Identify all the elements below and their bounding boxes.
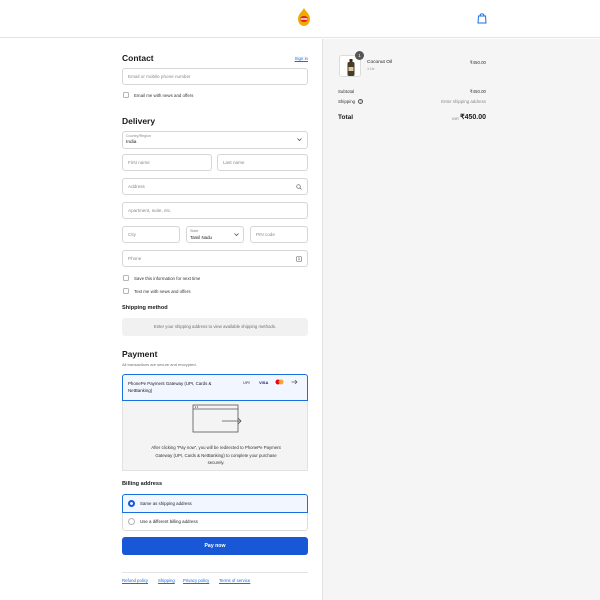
- product-name: Coconut Oil: [367, 60, 393, 65]
- pin-code-field[interactable]: PIN code: [250, 226, 308, 243]
- first-name-placeholder: First name: [128, 160, 150, 165]
- country-label: Country/Region: [126, 134, 151, 138]
- chevron-down-icon: [234, 232, 239, 239]
- billing-same-row[interactable]: Same as shipping address: [128, 500, 192, 507]
- checkbox[interactable]: [123, 92, 129, 98]
- apartment-field[interactable]: Apartment, suite, etc.: [122, 202, 308, 219]
- email-news-checkbox[interactable]: Email me with news and offers: [123, 92, 193, 98]
- country-select[interactable]: Country/Region India: [122, 131, 308, 149]
- billing-different-row[interactable]: Use a different billing address: [128, 518, 198, 525]
- city-field[interactable]: City: [122, 226, 180, 243]
- address-placeholder: Address: [128, 184, 145, 189]
- phone-field[interactable]: Phone: [122, 250, 308, 267]
- pin-code-placeholder: PIN code: [256, 232, 275, 237]
- browser-redirect-icon: [192, 404, 242, 436]
- product-thumbnail: 1: [339, 51, 364, 77]
- state-select[interactable]: State Tamil Nadu: [186, 226, 244, 243]
- total-label: Total: [338, 114, 354, 121]
- billing-same-option[interactable]: Same as shipping address: [122, 494, 308, 513]
- state-value: Tamil Nadu: [190, 235, 212, 240]
- shipping-label: Shipping ?: [338, 99, 364, 104]
- save-info-label: Save this information for next time: [134, 275, 201, 281]
- billing-different-option[interactable]: Use a different billing address: [122, 513, 308, 531]
- gateway-name: PhonePe Payment Gateway (UPI, Cards & Ne…: [128, 381, 212, 393]
- email-news-label: Email me with news and offers: [134, 92, 194, 98]
- payment-redirect-info: After clicking “Pay now”, you will be re…: [122, 401, 308, 471]
- last-name-placeholder: Last name: [223, 160, 245, 165]
- radio-selected[interactable]: [128, 500, 135, 507]
- shipping-value: Enter shipping address: [441, 99, 486, 104]
- contact-heading: Contact: [122, 53, 154, 63]
- billing-same-label: Same as shipping address: [140, 501, 192, 506]
- search-icon: [296, 184, 302, 190]
- mastercard-icon: [275, 379, 284, 387]
- total-currency: INR: [452, 116, 459, 121]
- delivery-heading: Delivery: [122, 116, 156, 126]
- arrow-right-icon: [291, 379, 298, 387]
- apartment-placeholder: Apartment, suite, etc.: [128, 208, 172, 213]
- checkbox[interactable]: [123, 288, 129, 294]
- total-value: ₹450.00: [460, 114, 486, 121]
- state-label: State: [190, 229, 199, 233]
- phone-placeholder: Phone: [128, 256, 142, 261]
- brand-logo-icon[interactable]: [297, 8, 311, 26]
- shipping-method-heading: Shipping method: [122, 305, 168, 311]
- email-placeholder: Email or mobile phone number: [128, 74, 191, 79]
- last-name-field[interactable]: Last name: [217, 154, 308, 171]
- save-info-checkbox[interactable]: Save this information for next time: [123, 275, 200, 281]
- text-news-label: Text me with news and offers: [134, 288, 191, 294]
- shipping-link[interactable]: Shipping: [158, 578, 175, 583]
- chevron-down-icon: [297, 137, 302, 144]
- radio-unselected[interactable]: [128, 518, 135, 525]
- text-news-checkbox[interactable]: Text me with news and offers: [123, 288, 191, 294]
- payment-subtitle: All transactions are secure and encrypte…: [122, 362, 197, 367]
- order-summary: 1 Coconut Oil 1 Ltr ₹450.00 Subtotal ₹45…: [322, 39, 600, 600]
- quantity-badge: 1: [355, 51, 364, 60]
- shipping-notice: Enter your shipping address to view avai…: [122, 318, 308, 336]
- redirect-text: After clicking “Pay now”, you will be re…: [151, 445, 281, 465]
- address-field[interactable]: Address: [122, 178, 308, 195]
- upi-badge: UPI: [243, 380, 250, 385]
- visa-badge: VISA: [259, 380, 269, 385]
- product-variant: 1 Ltr: [367, 67, 375, 71]
- info-icon[interactable]: [296, 256, 302, 262]
- product-price: ₹450.00: [469, 60, 486, 65]
- country-value: India: [126, 140, 137, 145]
- sign-in-link[interactable]: Sign in: [295, 56, 308, 61]
- billing-heading: Billing address: [122, 481, 163, 487]
- terms-of-service-link[interactable]: Terms of service: [219, 578, 250, 583]
- subtotal-value: ₹450.00: [469, 89, 486, 94]
- pay-now-button[interactable]: Pay now: [122, 537, 308, 555]
- city-placeholder: City: [128, 232, 136, 237]
- subtotal-label: Subtotal: [338, 89, 355, 94]
- checkbox[interactable]: [123, 275, 129, 281]
- privacy-policy-link[interactable]: Privacy policy: [183, 578, 209, 583]
- header: [0, 0, 600, 38]
- refund-policy-link[interactable]: Refund policy: [122, 578, 148, 583]
- first-name-field[interactable]: First name: [122, 154, 212, 171]
- email-field[interactable]: Email or mobile phone number: [122, 68, 308, 85]
- payment-heading: Payment: [122, 349, 158, 359]
- payment-option-phonepe[interactable]: PhonePe Payment Gateway (UPI, Cards & Ne…: [122, 374, 308, 401]
- footer-divider: [122, 572, 308, 573]
- billing-different-label: Use a different billing address: [140, 519, 198, 524]
- shopping-bag-icon[interactable]: [477, 12, 487, 24]
- help-icon[interactable]: ?: [358, 99, 364, 104]
- shipping-label-text: Shipping: [338, 99, 356, 104]
